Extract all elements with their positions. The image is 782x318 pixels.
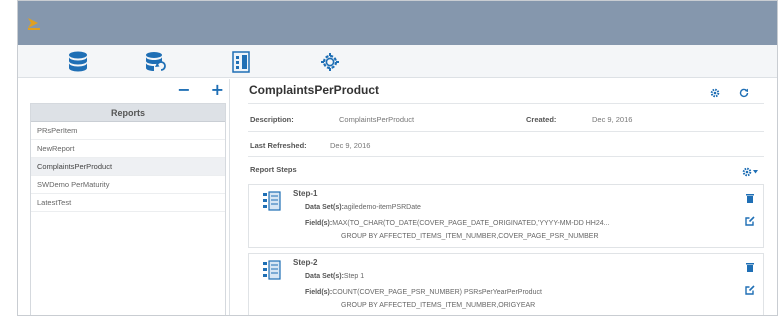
report-editor-icon[interactable]	[230, 51, 252, 73]
report-list-item[interactable]: NewReport	[31, 140, 225, 158]
datasets-value: Step 1	[343, 273, 365, 280]
report-detail-panel: ComplaintsPerProduct Description: Compla…	[236, 79, 774, 315]
reports-list-header: Reports	[31, 104, 225, 122]
database-refresh-icon[interactable]	[145, 51, 167, 73]
fields-label: Field(s):	[305, 220, 333, 227]
step-name: Step-2	[293, 258, 318, 267]
step-datasets: Data Set(s):Step 1	[305, 273, 364, 280]
add-step-menu-button[interactable]	[742, 167, 758, 177]
step-datasets: Data Set(s):agiledemo-itemPSRDate	[305, 204, 421, 211]
description-value: ComplaintsPerProduct	[339, 115, 415, 124]
last-refreshed-value: Dec 9, 2016	[330, 141, 371, 150]
divider	[248, 156, 764, 157]
report-steps-label: Report Steps	[250, 165, 297, 174]
edit-step-icon[interactable]	[745, 216, 755, 226]
step-name: Step-1	[293, 189, 318, 198]
step-fields: Field(s):COUNT(COVER_PAGE_PSR_NUMBER) PS…	[305, 289, 542, 296]
report-step-card[interactable]: Step-2 Data Set(s):Step 1 Field(s):COUNT…	[248, 253, 764, 315]
title-bar	[18, 1, 777, 45]
reports-sidebar: − + Reports PRsPerItem NewReport Complai…	[30, 79, 226, 315]
remove-report-button[interactable]: −	[177, 82, 190, 98]
add-report-button[interactable]: +	[211, 82, 224, 98]
created-value: Dec 9, 2016	[592, 115, 633, 124]
fields-value: MAX(TO_CHAR(TO_DATE(COVER_PAGE_DATE_ORIG…	[332, 220, 610, 227]
divider	[248, 131, 764, 132]
step-group-by: GROUP BY AFFECTED_ITEMS_ITEM_NUMBER,ORIG…	[341, 302, 536, 309]
refresh-icon[interactable]	[739, 88, 749, 98]
panel-divider	[229, 79, 230, 315]
fields-value: COUNT(COVER_PAGE_PSR_NUMBER) PSRsPerYear…	[332, 289, 542, 296]
delete-step-icon[interactable]	[745, 193, 755, 203]
datasets-value: agiledemo-itemPSRDate	[343, 204, 421, 211]
edit-step-icon[interactable]	[745, 285, 755, 295]
database-icon[interactable]	[67, 51, 89, 73]
step-group-by: GROUP BY AFFECTED_ITEMS_ITEM_NUMBER,COVE…	[341, 233, 599, 240]
step-icon	[263, 260, 281, 280]
gear-icon	[742, 167, 752, 177]
report-step-card[interactable]: Step-1 Data Set(s):agiledemo-itemPSRDate…	[248, 184, 764, 248]
chevron-down-icon	[753, 170, 758, 174]
fields-label: Field(s):	[305, 289, 333, 296]
step-icon	[263, 191, 281, 211]
settings-gear-icon[interactable]	[319, 51, 341, 73]
last-refreshed-label: Last Refreshed:	[250, 141, 307, 150]
sidebar-actions: − +	[177, 79, 224, 101]
datasets-label: Data Set(s):	[305, 204, 344, 211]
toolbar	[18, 45, 777, 78]
app-logo-icon	[28, 18, 40, 30]
app-window: − + Reports PRsPerItem NewReport Complai…	[17, 0, 778, 316]
step-fields: Field(s):MAX(TO_CHAR(TO_DATE(COVER_PAGE_…	[305, 220, 609, 227]
report-title: ComplaintsPerProduct	[249, 83, 380, 97]
reports-list: Reports PRsPerItem NewReport ComplaintsP…	[30, 103, 226, 315]
divider	[248, 103, 764, 104]
delete-step-icon[interactable]	[745, 262, 755, 272]
datasets-label: Data Set(s):	[305, 273, 344, 280]
report-list-item[interactable]: SWDemo PerMaturity	[31, 176, 225, 194]
description-label: Description:	[250, 115, 294, 124]
report-settings-icon[interactable]	[710, 88, 720, 98]
report-list-item[interactable]: PRsPerItem	[31, 122, 225, 140]
created-label: Created:	[526, 115, 557, 124]
report-list-item[interactable]: LatestTest	[31, 194, 225, 212]
report-list-item-selected[interactable]: ComplaintsPerProduct	[31, 158, 225, 176]
